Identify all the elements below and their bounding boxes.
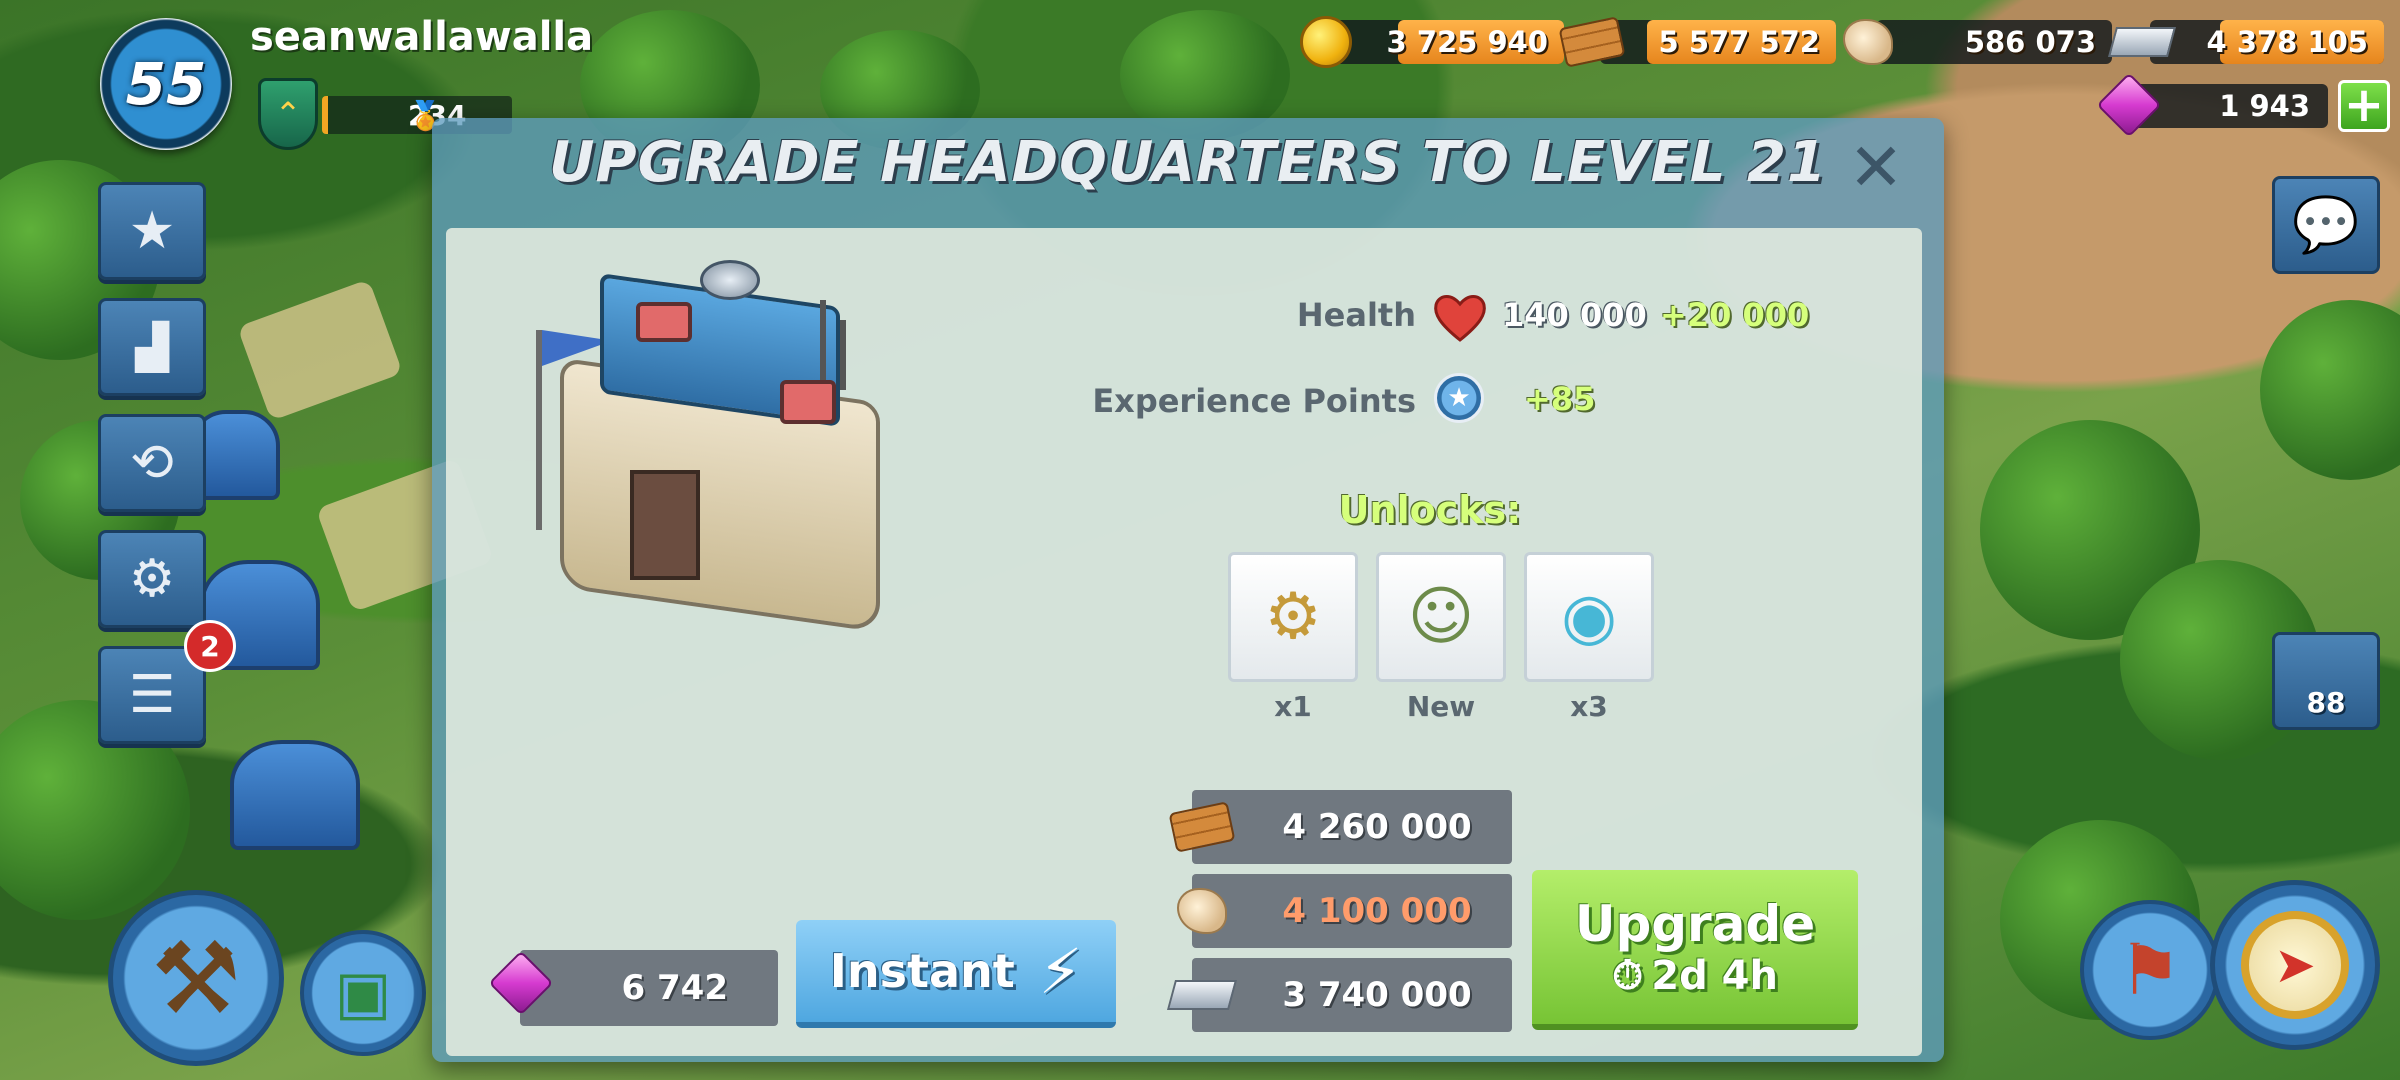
wood-value: 5 577 572 [1658,25,1820,59]
unlock-card-hero[interactable]: ☺ [1376,552,1506,682]
troops-count: 88 [2306,686,2346,719]
instant-gem-cost: 6 742 [520,950,778,1026]
diamond-icon [2096,72,2162,138]
headquarters-illustration [520,250,940,633]
podium-icon: ▟ [135,321,169,373]
upgrade-button[interactable]: Upgrade ⏱ 2d 4h [1532,870,1858,1030]
settings-button[interactable]: ⚙ [98,530,206,628]
wood-resource: 5 577 572 [1558,16,1836,68]
iron-cost: 3 740 000 [1282,975,1472,1015]
diamonds-value: 1 943 [2219,89,2310,123]
stone-icon [1838,12,1898,72]
unlock-label: x1 [1274,690,1312,723]
upgrade-time: ⏱ 2d 4h [1612,953,1778,999]
player-level: 55 [125,50,207,118]
health-value: 140 000 [1502,296,1647,334]
iron-icon [2107,12,2177,72]
chat-button[interactable]: 💬 [2272,176,2380,274]
compass-icon: ➤ [2241,911,2349,1019]
player-name[interactable]: seanwallawalla [250,14,593,60]
compass-button[interactable]: ➤ [2210,880,2380,1050]
dialog-title: UPGRADE HEADQUARTERS TO LEVEL 21 [549,130,1827,195]
treasure-chest-button[interactable]: ▣ [300,930,426,1056]
troops-button[interactable]: 88 [2272,632,2380,730]
newspaper-icon: ☰ [128,665,176,725]
add-diamonds-button[interactable]: + [2338,80,2390,132]
xp-bonus: +85 [1524,380,1596,418]
treasure-chest-icon: ▣ [334,958,392,1028]
health-bonus: +20 000 [1660,296,1810,334]
leaderboard-button[interactable]: ▟ [98,298,206,396]
upgrade-label: Upgrade [1574,895,1816,953]
wood-icon [1558,12,1626,72]
rank-chevron-icon[interactable]: ⌃ [258,78,318,150]
map-icon: ⚑ [2118,929,2182,1011]
gold-value: 3 725 940 [1386,25,1548,59]
chat-bubble-icon: 💬 [2292,193,2360,256]
xp-star-icon: ★ [1434,373,1484,423]
instant-label: Instant [829,944,1015,998]
ranking-stars-button[interactable]: ★ [98,182,206,280]
lightning-icon: ⚡ [1038,934,1083,1008]
unlocks-title: Unlocks: [1338,488,1522,532]
gold-coin-icon [1296,12,1356,72]
heart-icon [1434,295,1486,342]
iron-icon [1162,958,1242,1032]
wood-icon [1162,790,1242,864]
unlock-card-module[interactable]: ◉ [1524,552,1654,682]
unlock-label: New [1406,690,1476,723]
cannon-icon: ⚙ [1264,580,1322,654]
hammer-icon: ⚒ [151,919,241,1037]
health-label: Health [1296,296,1416,334]
iron-value: 4 378 105 [2206,25,2368,59]
stopwatch-icon: ⏱ [1612,953,1644,999]
build-button[interactable]: ⚒ [108,890,284,1066]
iron-resource: 4 378 105 [2107,20,2384,64]
map-button[interactable]: ⚑ [2080,900,2220,1040]
upgrade-time-value: 2d 4h [1651,953,1778,999]
gear-icon: ⚙ [128,549,176,609]
task-force-button[interactable]: ⟲ [98,414,206,512]
diamond-icon [488,950,554,1016]
hero-portrait-icon: ☺ [1407,580,1475,654]
unlock-label: x3 [1570,690,1608,723]
stars-icon: ★ [128,201,176,261]
wood-cost: 4 260 000 [1282,807,1472,847]
news-notification-badge: 2 [184,620,236,672]
close-icon[interactable]: ✕ [1846,135,1906,201]
stone-value: 586 073 [1964,25,2096,59]
xp-label: Experience Points [1092,382,1416,420]
diamonds-resource: 1 943 [2096,72,2328,138]
stone-icon [1162,874,1242,948]
instant-gem-value: 6 742 [621,968,728,1008]
unlock-card-cannon[interactable]: ⚙ [1228,552,1358,682]
instant-button[interactable]: Instant ⚡ [796,920,1116,1028]
stone-cost: 4 100 000 [1282,891,1472,931]
gold-resource: 3 725 940 [1300,16,1564,68]
stone-resource: 586 073 [1843,19,2112,65]
task-force-icon: ⟲ [130,433,174,493]
player-level-badge[interactable]: 55 [100,18,232,150]
prototype-module-icon: ◉ [1561,580,1617,654]
